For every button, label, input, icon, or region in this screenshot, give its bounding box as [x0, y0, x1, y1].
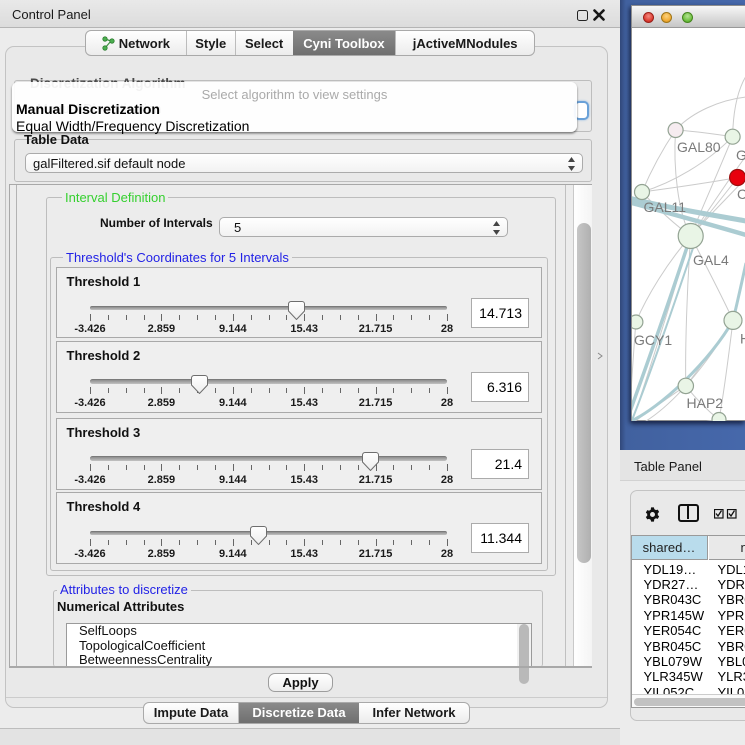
- svg-text:H: H: [740, 331, 745, 347]
- svg-text:HAP2: HAP2: [687, 395, 724, 411]
- svg-text:C: C: [737, 186, 745, 202]
- svg-text:GAL80: GAL80: [677, 139, 721, 155]
- svg-text:GAL4: GAL4: [693, 252, 729, 268]
- svg-text:GCY1: GCY1: [634, 332, 672, 348]
- svg-text:GAL11: GAL11: [644, 199, 687, 215]
- svg-text:GA: GA: [736, 147, 745, 163]
